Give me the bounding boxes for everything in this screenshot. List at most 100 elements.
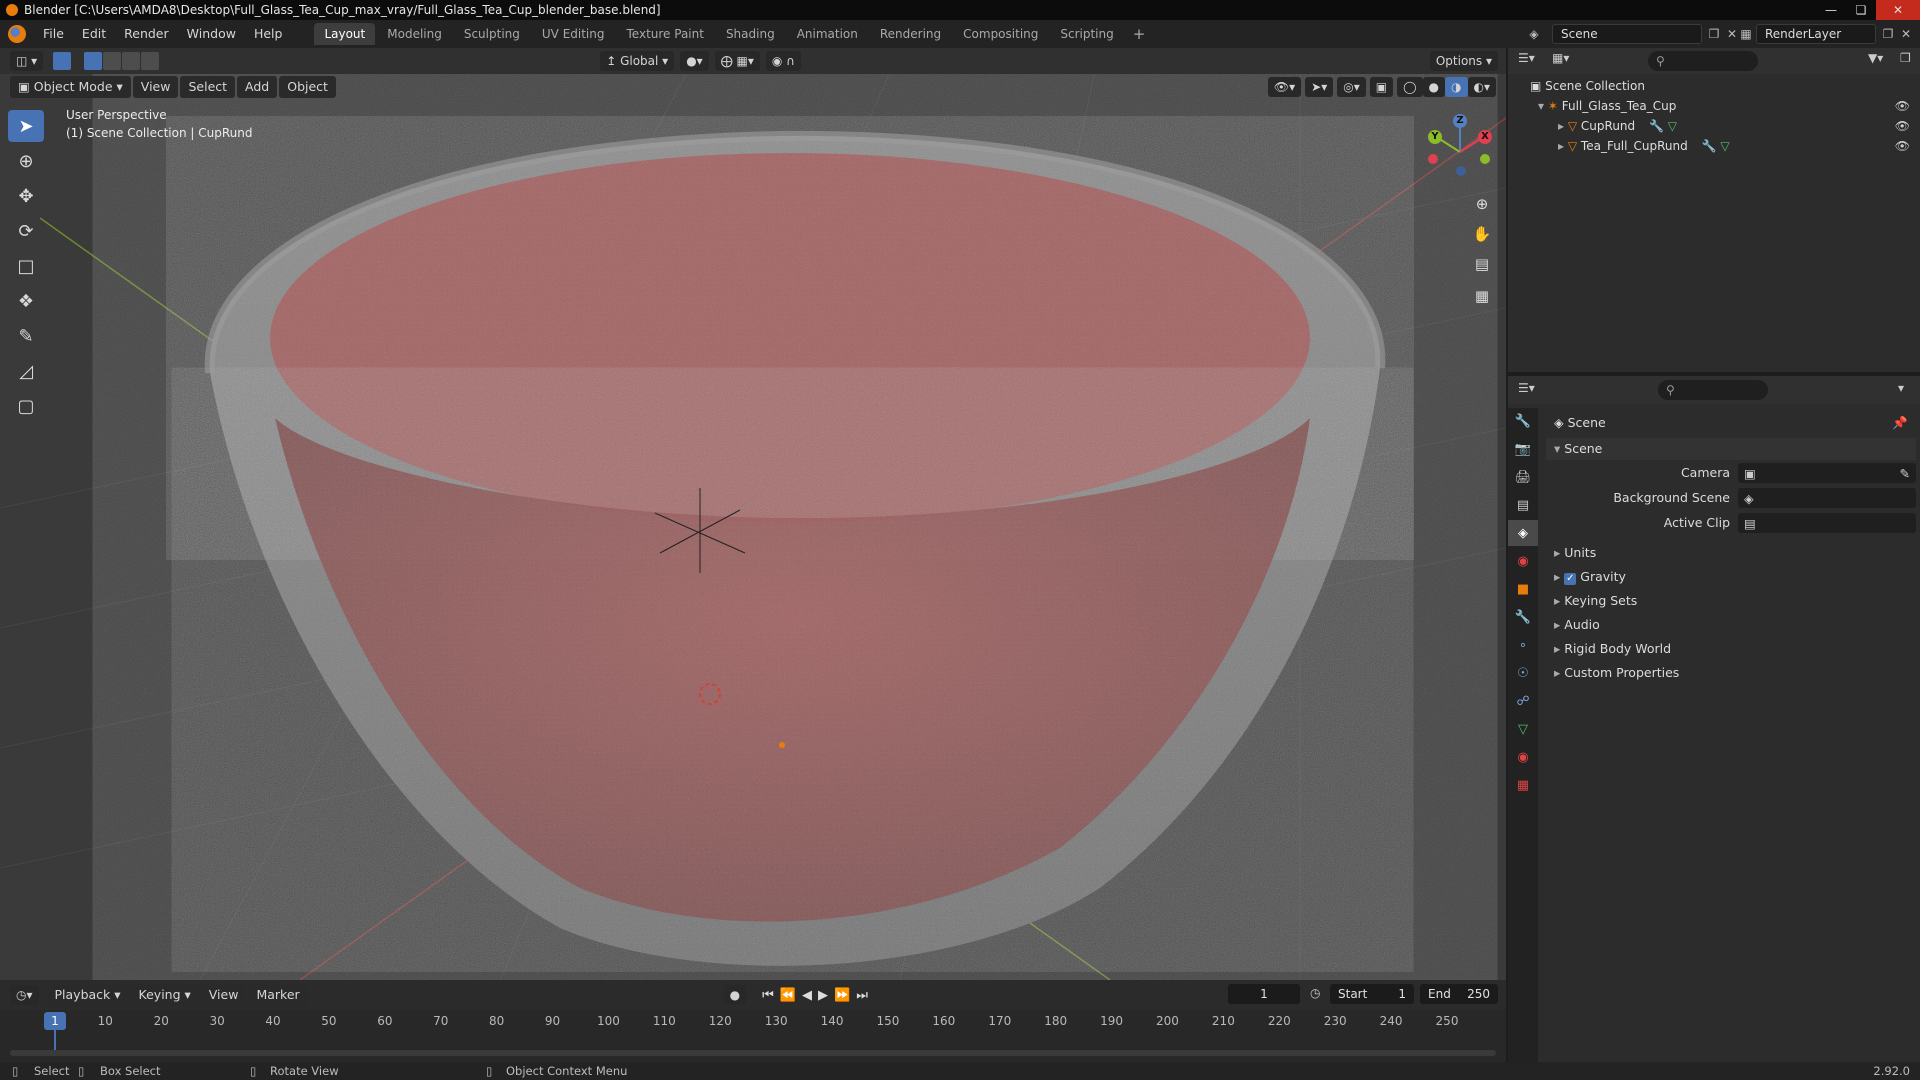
timeline-scrollbar[interactable] bbox=[10, 1050, 1496, 1056]
tab-modeling[interactable]: Modeling bbox=[377, 23, 452, 45]
preview-range-icon[interactable]: ◷ bbox=[1310, 986, 1320, 1000]
outliner-row-scene-collection[interactable]: ▣ Scene Collection bbox=[1508, 76, 1920, 96]
properties-search-input[interactable]: ⚲ bbox=[1658, 380, 1768, 400]
scene-tab-icon[interactable]: ◈ bbox=[1508, 520, 1538, 546]
menu-window[interactable]: Window bbox=[178, 20, 245, 48]
add-cube-tool-icon[interactable]: ▢ bbox=[8, 390, 44, 422]
play-reverse-icon[interactable]: ◀ bbox=[802, 988, 818, 1003]
view-layer-tab-icon[interactable]: ▤ bbox=[1508, 492, 1538, 518]
outliner-filter-icon[interactable]: ▼▾ bbox=[1868, 51, 1883, 65]
transform-orientation-dropdown[interactable]: ↥ Global ▾ bbox=[600, 51, 675, 71]
3d-viewport[interactable]: ◫ ▾ ↥ Global ▾ ●▾ ⨁ ▦▾ ◉ ∩ Options ▾ ▣ O… bbox=[0, 48, 1506, 980]
gizmo-x-axis[interactable]: X bbox=[1478, 130, 1492, 144]
data-tab-icon[interactable]: ▽ bbox=[1508, 716, 1538, 742]
xray-toggle-icon[interactable]: ▣ bbox=[1369, 77, 1394, 97]
pivot-point-icon[interactable]: ●▾ bbox=[680, 51, 709, 71]
camera-field[interactable]: ▣ ✎ bbox=[1738, 463, 1916, 483]
shading-material-icon[interactable]: ◑ bbox=[1445, 77, 1468, 97]
tab-layout[interactable]: Layout bbox=[314, 23, 376, 45]
output-tab-icon[interactable]: 🖨 bbox=[1508, 464, 1538, 490]
constraints-tab-icon[interactable]: ☍ bbox=[1508, 688, 1538, 714]
units-section[interactable]: ▸ Units bbox=[1546, 542, 1916, 564]
timeline-menu-view[interactable]: View bbox=[200, 984, 247, 1006]
timeline-editor-type-icon[interactable]: ◷▾ bbox=[10, 985, 39, 1005]
active-clip-field[interactable]: ▤ bbox=[1738, 513, 1916, 533]
close-button[interactable]: ✕ bbox=[1876, 0, 1920, 20]
jump-keyframe-back-icon[interactable]: ⏪ bbox=[780, 988, 802, 1003]
timeline-menu-playback[interactable]: Playback ▾ bbox=[46, 984, 129, 1006]
tab-uv-editing[interactable]: UV Editing bbox=[532, 23, 615, 45]
scale-tool-icon[interactable]: □ bbox=[8, 250, 44, 282]
minimize-button[interactable]: — bbox=[1816, 0, 1846, 20]
timeline-menu-keying[interactable]: Keying ▾ bbox=[130, 984, 199, 1006]
tab-animation[interactable]: Animation bbox=[787, 23, 868, 45]
gizmo-neg-x[interactable] bbox=[1428, 154, 1438, 164]
keying-sets-section[interactable]: ▸ Keying Sets bbox=[1546, 590, 1916, 612]
jump-keyframe-forward-icon[interactable]: ⏩ bbox=[834, 988, 856, 1003]
visibility-eye-icon[interactable]: 👁 bbox=[1895, 96, 1910, 116]
viewport-menu-select[interactable]: Select bbox=[180, 76, 236, 98]
mode-dropdown[interactable]: ▣ Object Mode ▾ bbox=[10, 76, 131, 98]
scene-selector-icon[interactable]: ◈ bbox=[1524, 24, 1544, 44]
gizmo-neg-z[interactable] bbox=[1456, 166, 1466, 176]
gizmo-z-axis[interactable]: Z bbox=[1453, 114, 1467, 128]
gizmo-toggle-icon[interactable]: ➤▾ bbox=[1305, 77, 1334, 97]
tab-scripting[interactable]: Scripting bbox=[1050, 23, 1123, 45]
blender-menu-icon[interactable] bbox=[8, 25, 26, 43]
pan-hand-icon[interactable]: ✋ bbox=[1470, 222, 1494, 246]
outliner-editor-type-icon[interactable]: ☰▾ bbox=[1518, 51, 1535, 65]
overlay-toggle-icon[interactable]: ◎▾ bbox=[1337, 77, 1366, 97]
visibility-icon[interactable]: 👁▾ bbox=[1267, 77, 1302, 97]
add-workspace-icon[interactable]: + bbox=[1125, 25, 1154, 43]
rotate-tool-icon[interactable]: ⟳ bbox=[8, 215, 44, 247]
render-layer-icon[interactable]: ▦ bbox=[1736, 24, 1756, 44]
object-tab-icon[interactable]: ■ bbox=[1508, 576, 1538, 602]
properties-editor-type-icon[interactable]: ☰▾ bbox=[1518, 381, 1535, 395]
world-tab-icon[interactable]: ◉ bbox=[1508, 548, 1538, 574]
audio-section[interactable]: ▸ Audio bbox=[1546, 614, 1916, 636]
annotate-tool-icon[interactable]: ✎ bbox=[8, 320, 44, 352]
gizmo-neg-y[interactable] bbox=[1480, 154, 1490, 164]
proportional-edit-icon[interactable]: ◉ ∩ bbox=[765, 51, 801, 71]
particles-tab-icon[interactable]: ∘ bbox=[1508, 632, 1538, 658]
gravity-section[interactable]: ▸ ✓ Gravity bbox=[1546, 566, 1916, 588]
timeline-menu-marker[interactable]: Marker bbox=[248, 984, 308, 1006]
viewport-menu-object[interactable]: Object bbox=[279, 76, 336, 98]
select-box-tool-icon[interactable]: ➤ bbox=[8, 110, 44, 142]
viewport-menu-view[interactable]: View bbox=[132, 76, 179, 98]
move-tool-icon[interactable]: ✥ bbox=[8, 180, 44, 212]
outliner-row-collection[interactable]: ▾ ✶ Full_Glass_Tea_Cup 👁 bbox=[1508, 96, 1920, 116]
play-icon[interactable]: ▶ bbox=[818, 988, 834, 1003]
new-render-layer-icon[interactable]: ❐ bbox=[1878, 24, 1898, 44]
outliner-search-input[interactable]: ⚲ bbox=[1648, 51, 1758, 71]
menu-render[interactable]: Render bbox=[115, 20, 178, 48]
viewport-menu-add[interactable]: Add bbox=[237, 76, 278, 98]
options-dropdown[interactable]: Options ▾ bbox=[1429, 51, 1498, 71]
texture-tab-icon[interactable]: ▦ bbox=[1508, 772, 1538, 798]
jump-start-icon[interactable]: ⏮ bbox=[762, 988, 780, 1003]
render-tab-icon[interactable]: 📷 bbox=[1508, 436, 1538, 462]
shading-rendered-icon[interactable]: ◐▾ bbox=[1467, 77, 1496, 97]
zoom-icon[interactable]: ⊕ bbox=[1470, 192, 1494, 216]
tab-sculpting[interactable]: Sculpting bbox=[454, 23, 530, 45]
navigation-gizmo[interactable]: Z Y X bbox=[1420, 114, 1500, 194]
record-icon[interactable]: ● bbox=[723, 985, 747, 1005]
cursor-tool-icon[interactable]: ⊕ bbox=[8, 145, 44, 177]
gravity-checkbox[interactable]: ✓ bbox=[1564, 573, 1577, 585]
scene-panel-header[interactable]: ▾ Scene bbox=[1546, 438, 1916, 460]
modifier-tab-icon[interactable]: 🔧 bbox=[1508, 604, 1538, 630]
tab-compositing[interactable]: Compositing bbox=[953, 23, 1048, 45]
measure-tool-icon[interactable]: ◿ bbox=[8, 355, 44, 387]
outliner-row-cuprund[interactable]: ▸ ▽ CupRund 🔧 ▽ 👁 bbox=[1508, 116, 1920, 136]
menu-file[interactable]: File bbox=[34, 20, 73, 48]
background-scene-field[interactable]: ◈ bbox=[1738, 488, 1916, 508]
menu-edit[interactable]: Edit bbox=[73, 20, 115, 48]
box-select-intersect-icon[interactable] bbox=[141, 52, 160, 70]
select-mode-icon[interactable] bbox=[53, 52, 72, 70]
render-layer-field[interactable]: RenderLayer bbox=[1756, 24, 1876, 44]
scene-name-field[interactable]: Scene bbox=[1552, 24, 1702, 44]
tab-shading[interactable]: Shading bbox=[716, 23, 785, 45]
remove-render-layer-icon[interactable]: ✕ bbox=[1896, 24, 1916, 44]
timeline-ruler[interactable]: 1 10 20 30 40 50 60 70 80 90 100 110 120 130 140 150 160… bbox=[0, 1010, 1506, 1032]
material-tab-icon[interactable]: ◉ bbox=[1508, 744, 1538, 770]
